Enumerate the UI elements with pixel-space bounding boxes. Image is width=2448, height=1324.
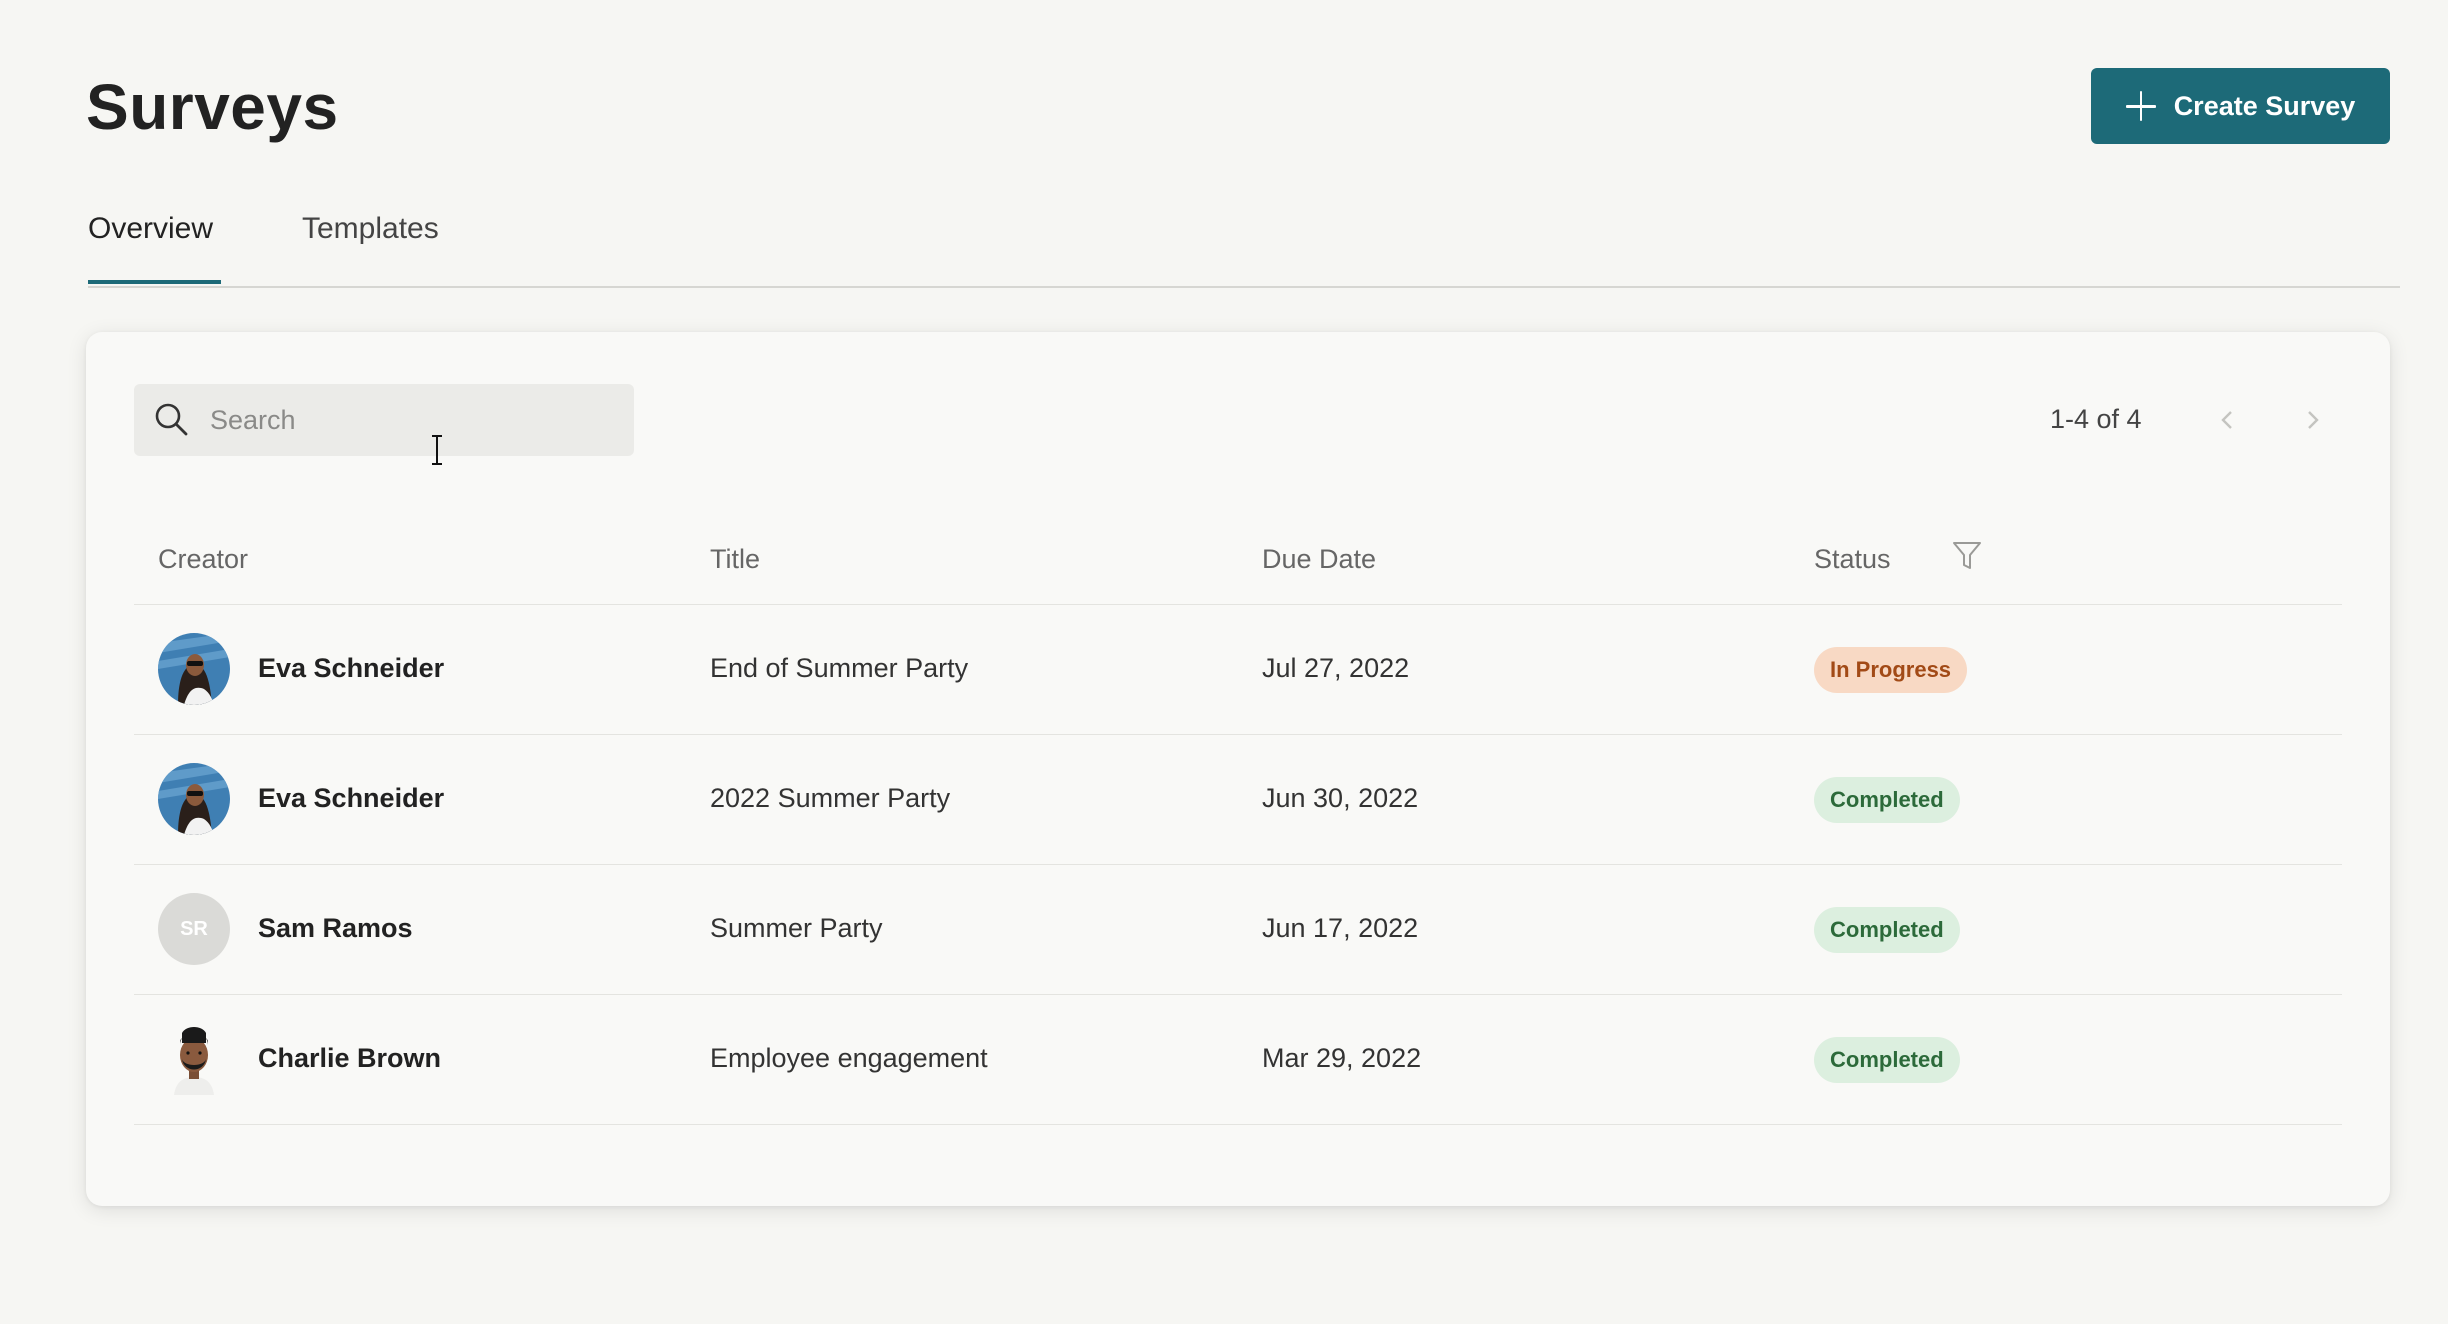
tab-templates[interactable]: Templates [302,212,439,246]
avatar-photo-icon [158,633,230,705]
column-header-title[interactable]: Title [710,544,760,575]
due-date: Mar 29, 2022 [1262,1043,1422,1073]
due-date: Jun 30, 2022 [1262,783,1419,813]
surveys-page: Surveys Create Survey Overview Templates… [0,0,2448,1324]
tab-bar: Overview Templates [88,200,2400,288]
status-badge: Completed [1814,1037,1960,1083]
tab-overview[interactable]: Overview [88,212,221,284]
page-title: Surveys [86,71,339,143]
next-page-button[interactable] [2298,402,2328,438]
avatar-initials: SR [180,917,208,940]
filter-icon[interactable] [1952,540,1982,572]
table-row[interactable]: SR Sam Ramos Summer Party Jun 17, 2022 C… [134,865,2342,995]
avatar [158,1023,230,1095]
avatar: SR [158,893,230,965]
survey-title: Summer Party [710,913,883,943]
column-header-status[interactable]: Status [1814,544,1891,575]
survey-title: 2022 Summer Party [710,783,951,813]
table-row[interactable]: Eva Schneider 2022 Summer Party Jun 30, … [134,735,2342,865]
avatar [158,633,230,705]
surveys-table: Creator Title Due Date Status Eva Schnei… [134,504,2342,1125]
tab-templates-label: Templates [302,212,439,245]
search-input[interactable] [208,403,592,437]
chevron-right-icon [2308,411,2319,429]
table-header: Creator Title Due Date Status [134,504,2342,605]
plus-icon [2125,91,2156,121]
creator-name: Charlie Brown [258,1043,442,1073]
creator-name: Eva Schneider [258,783,445,813]
search-icon [155,403,188,436]
table-row[interactable]: Eva Schneider End of Summer Party Jul 27… [134,605,2342,735]
creator-name: Eva Schneider [258,653,445,683]
avatar [158,763,230,835]
status-badge: Completed [1814,777,1960,823]
column-header-due-date[interactable]: Due Date [1262,544,1376,575]
status-badge: In Progress [1814,647,1968,693]
create-survey-label: Create Survey [2173,90,2356,121]
create-survey-button[interactable]: Create Survey [2091,68,2390,144]
avatar-illustration-icon [158,1023,230,1095]
active-tab-indicator [88,280,221,284]
survey-title: End of Summer Party [710,653,969,683]
column-header-creator[interactable]: Creator [158,544,248,575]
previous-page-button[interactable] [2212,402,2242,438]
text-cursor-icon [432,435,442,465]
survey-title: Employee engagement [710,1043,988,1073]
pagination-count: 1-4 of 4 [2050,404,2142,434]
search-box[interactable] [134,384,634,456]
due-date: Jun 17, 2022 [1262,913,1419,943]
chevron-left-icon [2221,411,2232,429]
due-date: Jul 27, 2022 [1262,653,1410,683]
tab-overview-label: Overview [88,212,214,245]
avatar-photo-icon [158,763,230,835]
status-badge: Completed [1814,907,1960,953]
creator-name: Sam Ramos [258,913,413,943]
table-row[interactable]: Charlie Brown Employee engagement Mar 29… [134,995,2342,1125]
